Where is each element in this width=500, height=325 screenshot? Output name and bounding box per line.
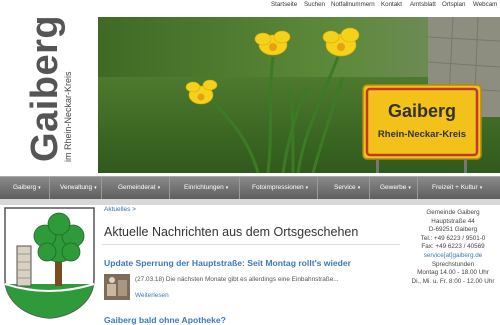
crest-shield-icon (4, 207, 95, 319)
main-navigation: Gaiberg ▾ Verwaltung ▾ Gemeinderat ▾ Einric… (0, 176, 500, 199)
main-content: Aktuelles > Aktuelle Nachrichten aus dem… (102, 206, 402, 325)
chevron-down-icon: ▾ (357, 185, 361, 191)
nav-item-fotoimpressionen[interactable]: Fotoimpressionen ▾ (240, 177, 318, 199)
nav-item-gewerbe[interactable]: Gewerbe ▾ (370, 177, 418, 199)
chevron-down-icon: ▾ (225, 185, 229, 191)
nav-item-service[interactable]: Service ▾ (318, 177, 370, 199)
office-hours-other: Di., Mi. u. Fr. 8:00 - 12.00 Uhr (411, 277, 495, 285)
nav-item-freizeit-kultur[interactable]: Freizeit + Kultur ▾ (418, 177, 500, 199)
chevron-down-icon: ▾ (38, 185, 41, 191)
nav-item-verwaltung[interactable]: Verwaltung ▾ (50, 177, 102, 199)
topnav-amtsblatt[interactable]: Amtsblatt (410, 1, 436, 8)
chevron-down-icon: ▾ (94, 185, 97, 191)
nav-item-einrichtungen[interactable]: Einrichtungen ▾ (170, 177, 240, 199)
nav-subbar (0, 199, 500, 205)
contact-box: Gemeinde Gaiberg Hauptstraße 44 D-69251 … (406, 206, 500, 320)
site-logo[interactable]: Gaiberg im Rhein-Neckar-Kreis (0, 12, 98, 176)
sign-district: Rhein-Neckar-Kreis (378, 129, 466, 140)
topnav-startseite[interactable]: Startseite (271, 1, 297, 8)
breadcrumb[interactable]: Aktuelles > (104, 206, 136, 213)
topnav-kontakt[interactable]: Kontakt (381, 1, 402, 8)
chevron-down-icon: ▾ (408, 185, 411, 191)
hero-photo: Gaiberg Rhein-Neckar-Kreis (98, 17, 500, 173)
office-hours-title: Sprechstunden (431, 260, 475, 268)
top-navigation: Startseite Suchen Notfallnummern Kontakt… (0, 0, 500, 12)
topnav-notfallnummern[interactable]: Notfallnummern (331, 1, 375, 8)
logo-subtitle: im Rhein-Neckar-Kreis (63, 71, 73, 162)
news-title-link[interactable]: Update Sperrung der Hauptstraße: Seit Mo… (104, 258, 351, 268)
news-teaser: (27.03.18) Die nächsten Monate gibt es a… (135, 276, 339, 283)
topnav-webcam[interactable]: Webcam (473, 1, 497, 8)
office-hours-monday: Montag 14.00 - 18.00 Uhr (417, 269, 489, 277)
news-title-link[interactable]: Gaiberg bald ohne Apotheke? (104, 315, 226, 325)
divider (102, 244, 400, 245)
topnav-suchen[interactable]: Suchen (304, 1, 325, 8)
contact-email-link[interactable]: service[at]gaiberg.de (406, 252, 500, 261)
contact-city: D-69251 Gaiberg (428, 226, 478, 234)
chevron-down-icon: ▾ (157, 185, 161, 191)
contact-fax: Fax: +49 6223 / 40569 (421, 243, 485, 251)
chevron-down-icon: ▾ (479, 185, 483, 191)
nav-item-gaiberg[interactable]: Gaiberg ▾ (0, 177, 50, 199)
contact-tel: Tel.: +49 6223 / 9501-0 (420, 234, 486, 242)
news-thumbnail[interactable] (104, 274, 130, 300)
page-title: Aktuelle Nachrichten aus dem Ortsgescheh… (104, 225, 359, 239)
coat-of-arms (3, 206, 96, 320)
nav-item-gemeinderat[interactable]: Gemeinderat ▾ (102, 177, 170, 199)
town-sign (362, 84, 482, 160)
logo-name: Gaiberg (24, 14, 66, 162)
contact-street: Hauptstraße 44 (431, 217, 475, 225)
read-more-link[interactable]: Weiterlesen (135, 292, 169, 299)
chevron-down-icon: ▾ (305, 185, 309, 191)
hero-image: Gaiberg Rhein-Neckar-Kreis (98, 17, 500, 173)
sign-town: Gaiberg (388, 101, 456, 121)
contact-name: Gemeinde Gaiberg (426, 209, 480, 216)
topnav-ortsplan[interactable]: Ortsplan (442, 1, 465, 8)
